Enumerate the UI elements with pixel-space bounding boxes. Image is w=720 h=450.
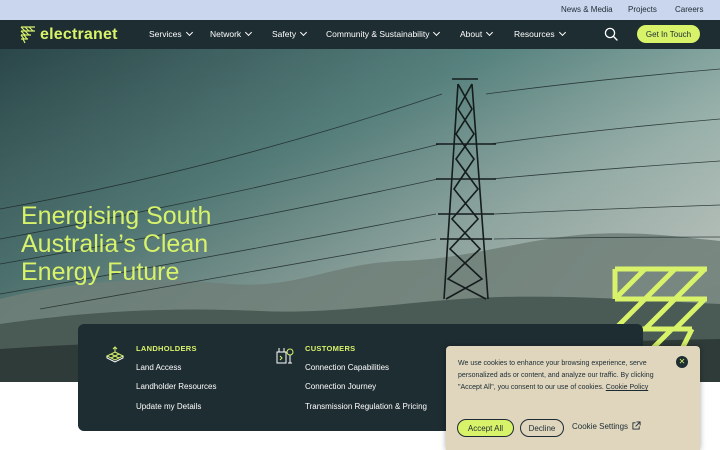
logo-text: electranet: [40, 26, 118, 43]
cookie-policy-link[interactable]: Cookie Policy: [606, 384, 648, 391]
utility-link-projects[interactable]: Projects: [628, 5, 657, 14]
link-landholder-resources[interactable]: Landholder Resources: [136, 382, 217, 391]
close-icon[interactable]: ✕: [676, 356, 688, 368]
link-connection-journey[interactable]: Connection Journey: [305, 382, 376, 391]
accept-all-button[interactable]: Accept All: [457, 419, 514, 437]
customers-icon: [276, 348, 294, 364]
customers-heading: CUSTOMERS: [305, 344, 356, 353]
external-link-icon: [632, 420, 641, 430]
main-navigation: electranet Services Network Safety Commu…: [0, 20, 720, 49]
nav-community-label: Community & Sustainability: [326, 29, 430, 39]
link-transmission-regulation-pricing[interactable]: Transmission Regulation & Pricing: [305, 402, 427, 411]
nav-about[interactable]: About: [460, 28, 494, 39]
cookie-settings-label: Cookie Settings: [572, 422, 629, 431]
cookie-banner: We use cookies to enhance your browsing …: [446, 346, 700, 450]
nav-community-sustainability[interactable]: Community & Sustainability: [326, 28, 441, 39]
logo[interactable]: electranet: [20, 25, 118, 45]
hero-title-line-2: Australia’s Clean: [21, 230, 209, 258]
utility-bar: News & Media Projects Careers: [0, 0, 720, 20]
utility-link-careers[interactable]: Careers: [675, 5, 703, 14]
nav-about-label: About: [460, 29, 483, 39]
logo-mark-icon: [20, 26, 35, 44]
cookie-settings-button[interactable]: Cookie Settings: [572, 420, 641, 431]
chevron-down-icon: [486, 28, 494, 37]
nav-network-label: Network: [210, 29, 242, 39]
nav-resources-label: Resources: [514, 29, 555, 39]
decline-button[interactable]: Decline: [520, 419, 564, 437]
get-in-touch-button[interactable]: Get In Touch: [637, 25, 700, 43]
chevron-down-icon: [185, 28, 193, 37]
link-update-my-details[interactable]: Update my Details: [136, 402, 201, 411]
nav-safety-label: Safety: [272, 29, 297, 39]
landholders-icon: [105, 346, 125, 363]
hero-title-line-3: Energy Future: [21, 258, 180, 286]
nav-safety[interactable]: Safety: [272, 28, 308, 39]
cookie-message: We use cookies to enhance your browsing …: [458, 358, 668, 395]
chevron-down-icon: [245, 28, 253, 37]
nav-resources[interactable]: Resources: [514, 28, 566, 39]
nav-services[interactable]: Services: [149, 28, 193, 39]
link-connection-capabilities[interactable]: Connection Capabilities: [305, 363, 389, 372]
search-icon[interactable]: [604, 27, 618, 41]
nav-network[interactable]: Network: [210, 28, 253, 39]
hero-title-line-1: Energising South: [21, 202, 212, 230]
chevron-down-icon: [558, 28, 566, 37]
landholders-heading: LANDHOLDERS: [136, 344, 197, 353]
utility-link-news-media[interactable]: News & Media: [561, 5, 613, 14]
link-land-access[interactable]: Land Access: [136, 363, 181, 372]
nav-services-label: Services: [149, 29, 182, 39]
chevron-down-icon: [433, 28, 441, 37]
chevron-down-icon: [300, 28, 308, 37]
hero-title: Energising South Australia’s Clean Energ…: [21, 202, 211, 286]
